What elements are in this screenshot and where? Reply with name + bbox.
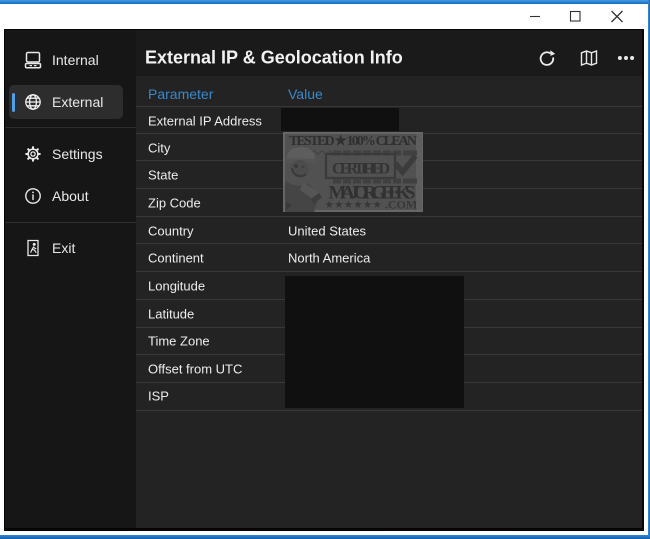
- svg-text:TESTED ★ 100% CLEAN: TESTED ★ 100% CLEAN: [289, 133, 417, 149]
- svg-text:CERTIFIED: CERTIFIED: [332, 161, 390, 178]
- svg-text:★★★★★★: ★★★★★★: [325, 200, 382, 210]
- svg-text:.COM: .COM: [385, 198, 417, 212]
